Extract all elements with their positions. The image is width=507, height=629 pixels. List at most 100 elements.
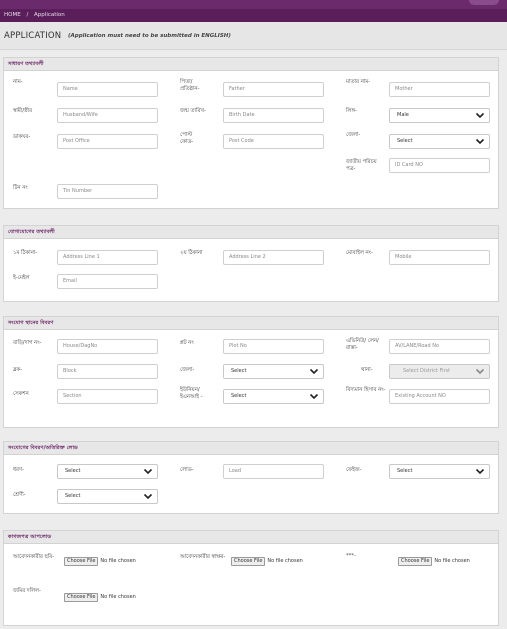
address2-input[interactable]: Address Line 2 [223, 250, 324, 265]
name-label: নাম- [13, 79, 23, 85]
post-code-input[interactable]: Post Code [223, 134, 324, 149]
thana-label: থানা- [361, 367, 373, 373]
page-title: APPLICATION [4, 31, 62, 41]
general-info-heading: সাধারণ তথ্যাবলী [4, 58, 498, 71]
location-district-label: জেলা- [180, 367, 195, 373]
plot-label: প্লট নং [180, 340, 194, 346]
house-input[interactable]: House/DagNo [57, 339, 158, 354]
location-district-value: Select [231, 368, 247, 374]
location-panel: সংযোগ স্থানের বিবরণ বাড়ি/দাগ নং- House/… [3, 316, 499, 428]
union-select-value: Select [231, 393, 247, 399]
gender-select[interactable]: Male [389, 108, 490, 123]
mobile-input[interactable]: Mobile [389, 250, 490, 265]
plot-input[interactable]: Plot No [223, 339, 324, 354]
breadcrumb-current: Application [34, 12, 65, 18]
chevron-down-icon [475, 468, 485, 475]
signature-label: আবেদনকারীর স্বাক্ষর- [180, 554, 226, 560]
avenue-label: এভিনিউ/ লেন/রাস্তা- [346, 338, 379, 351]
father-label: পিতা/ প্রতিষ্ঠান- [180, 79, 200, 92]
breadcrumb-home[interactable]: HOME [4, 12, 21, 18]
mobile-label: মোবাইল নং- [346, 250, 373, 256]
no-file-text: No file chosen [100, 558, 136, 564]
nid-label: জাতীয় পরিচয় পত্র- [346, 159, 377, 172]
load-input[interactable]: Load [223, 464, 324, 479]
post-code-label: পোস্ট কোড- [180, 132, 194, 145]
tin-label: টিন নং [13, 185, 28, 191]
no-file-text: No file chosen [100, 594, 136, 600]
account-input[interactable]: Existing Account NO [389, 389, 490, 404]
section-input[interactable]: Section [57, 389, 158, 404]
photo-file-input[interactable]: Choose File No file chosen [64, 557, 136, 566]
documents-heading: কাগজপত্র আপলোড [4, 531, 498, 544]
post-office-label: ডাকঘর- [13, 134, 31, 140]
breadcrumb: HOME / Application [0, 9, 507, 22]
land-deed-file-input[interactable]: Choose File No file chosen [64, 593, 136, 602]
chevron-down-icon [309, 393, 319, 400]
signature-file-input[interactable]: Choose File No file chosen [231, 557, 303, 566]
thana-select-value: Select District First [403, 368, 451, 374]
choose-file-button[interactable]: Choose File [231, 557, 266, 566]
other-file-input[interactable]: Choose File No file chosen [398, 557, 470, 566]
breadcrumb-separator: / [26, 12, 29, 18]
block-label: ব্লক- [13, 367, 22, 373]
no-file-text: No file chosen [267, 558, 303, 564]
phase-label: ফেইজ- [346, 467, 362, 473]
type-label: ধরণ- [13, 467, 24, 473]
union-select[interactable]: Select [223, 389, 324, 404]
address2-label: ২য় ঠিকানা [180, 250, 203, 256]
choose-file-button[interactable]: Choose File [398, 557, 433, 566]
class-label: শ্রেণী- [13, 492, 26, 498]
page-header: APPLICATION (Application must need to be… [0, 22, 507, 50]
gender-label: লিঙ্গ- [346, 108, 357, 114]
location-district-select[interactable]: Select [223, 364, 324, 379]
husband-input[interactable]: Husband/Wife [57, 108, 158, 123]
nid-input[interactable]: ID Card NO [389, 158, 490, 173]
name-input[interactable]: Name [57, 82, 158, 97]
house-label: বাড়ি/দাগ নং- [13, 340, 42, 346]
general-info-panel: সাধারণ তথ্যাবলী নাম- Name পিতা/ প্রতিষ্ঠ… [3, 57, 499, 209]
type-select-value: Select [65, 468, 81, 474]
email-label: ই-মেইল [13, 275, 30, 281]
block-input[interactable]: Block [57, 364, 158, 379]
mother-label: মাতার নাম- [346, 79, 371, 85]
phase-select-value: Select [397, 468, 413, 474]
chevron-down-icon [143, 493, 153, 500]
top-bar-tab [469, 0, 499, 5]
district-select[interactable]: Select [389, 134, 490, 149]
choose-file-button[interactable]: Choose File [64, 593, 99, 602]
chevron-down-icon [143, 468, 153, 475]
avenue-input[interactable]: AV/LANE/Road No [389, 339, 490, 354]
post-office-input[interactable]: Post Office [57, 134, 158, 149]
section-label: সেকশন [13, 391, 29, 397]
contact-info-panel: যোগাযোগের তথ্যাবলী ১ম ঠিকানা- Address Li… [3, 225, 499, 302]
birth-date-input[interactable]: Birth Date [223, 108, 324, 123]
email-input[interactable]: Email [57, 274, 158, 289]
no-file-text: No file chosen [434, 558, 470, 564]
class-select-value: Select [65, 493, 81, 499]
phase-select[interactable]: Select [389, 464, 490, 479]
account-label: বিদ্যমান হিসাব নং- [346, 387, 386, 393]
thana-select[interactable]: Select District First [389, 364, 490, 379]
address1-input[interactable]: Address Line 1 [57, 250, 158, 265]
class-select[interactable]: Select [57, 489, 158, 504]
photo-label: আবেদনকারীর ছবি- [13, 554, 55, 560]
chevron-down-icon [475, 112, 485, 119]
land-deed-label: জমির দলিল- [13, 588, 41, 594]
location-heading: সংযোগ স্থানের বিবরণ [4, 317, 498, 330]
gender-select-value: Male [397, 112, 409, 118]
chevron-down-icon [475, 138, 485, 145]
district-label: জেলা- [346, 132, 361, 138]
birth-date-label: জন্ম তারিখ- [180, 108, 206, 114]
tin-input[interactable]: Tin Number [57, 184, 158, 199]
page-note: (Application must need to be submitted i… [68, 33, 231, 39]
mother-input[interactable]: Mother [389, 82, 490, 97]
district-select-value: Select [397, 138, 413, 144]
type-select[interactable]: Select [57, 464, 158, 479]
chevron-down-icon [309, 368, 319, 375]
father-input[interactable]: Father [223, 82, 324, 97]
connection-panel: সংযোগের বিবরণ/অতিরিক্ত লোড ধরণ- Select ল… [3, 441, 499, 514]
choose-file-button[interactable]: Choose File [64, 557, 99, 566]
load-label: লোড- [180, 467, 194, 473]
address1-label: ১ম ঠিকানা- [13, 250, 38, 256]
connection-heading: সংযোগের বিবরণ/অতিরিক্ত লোড [4, 442, 498, 455]
